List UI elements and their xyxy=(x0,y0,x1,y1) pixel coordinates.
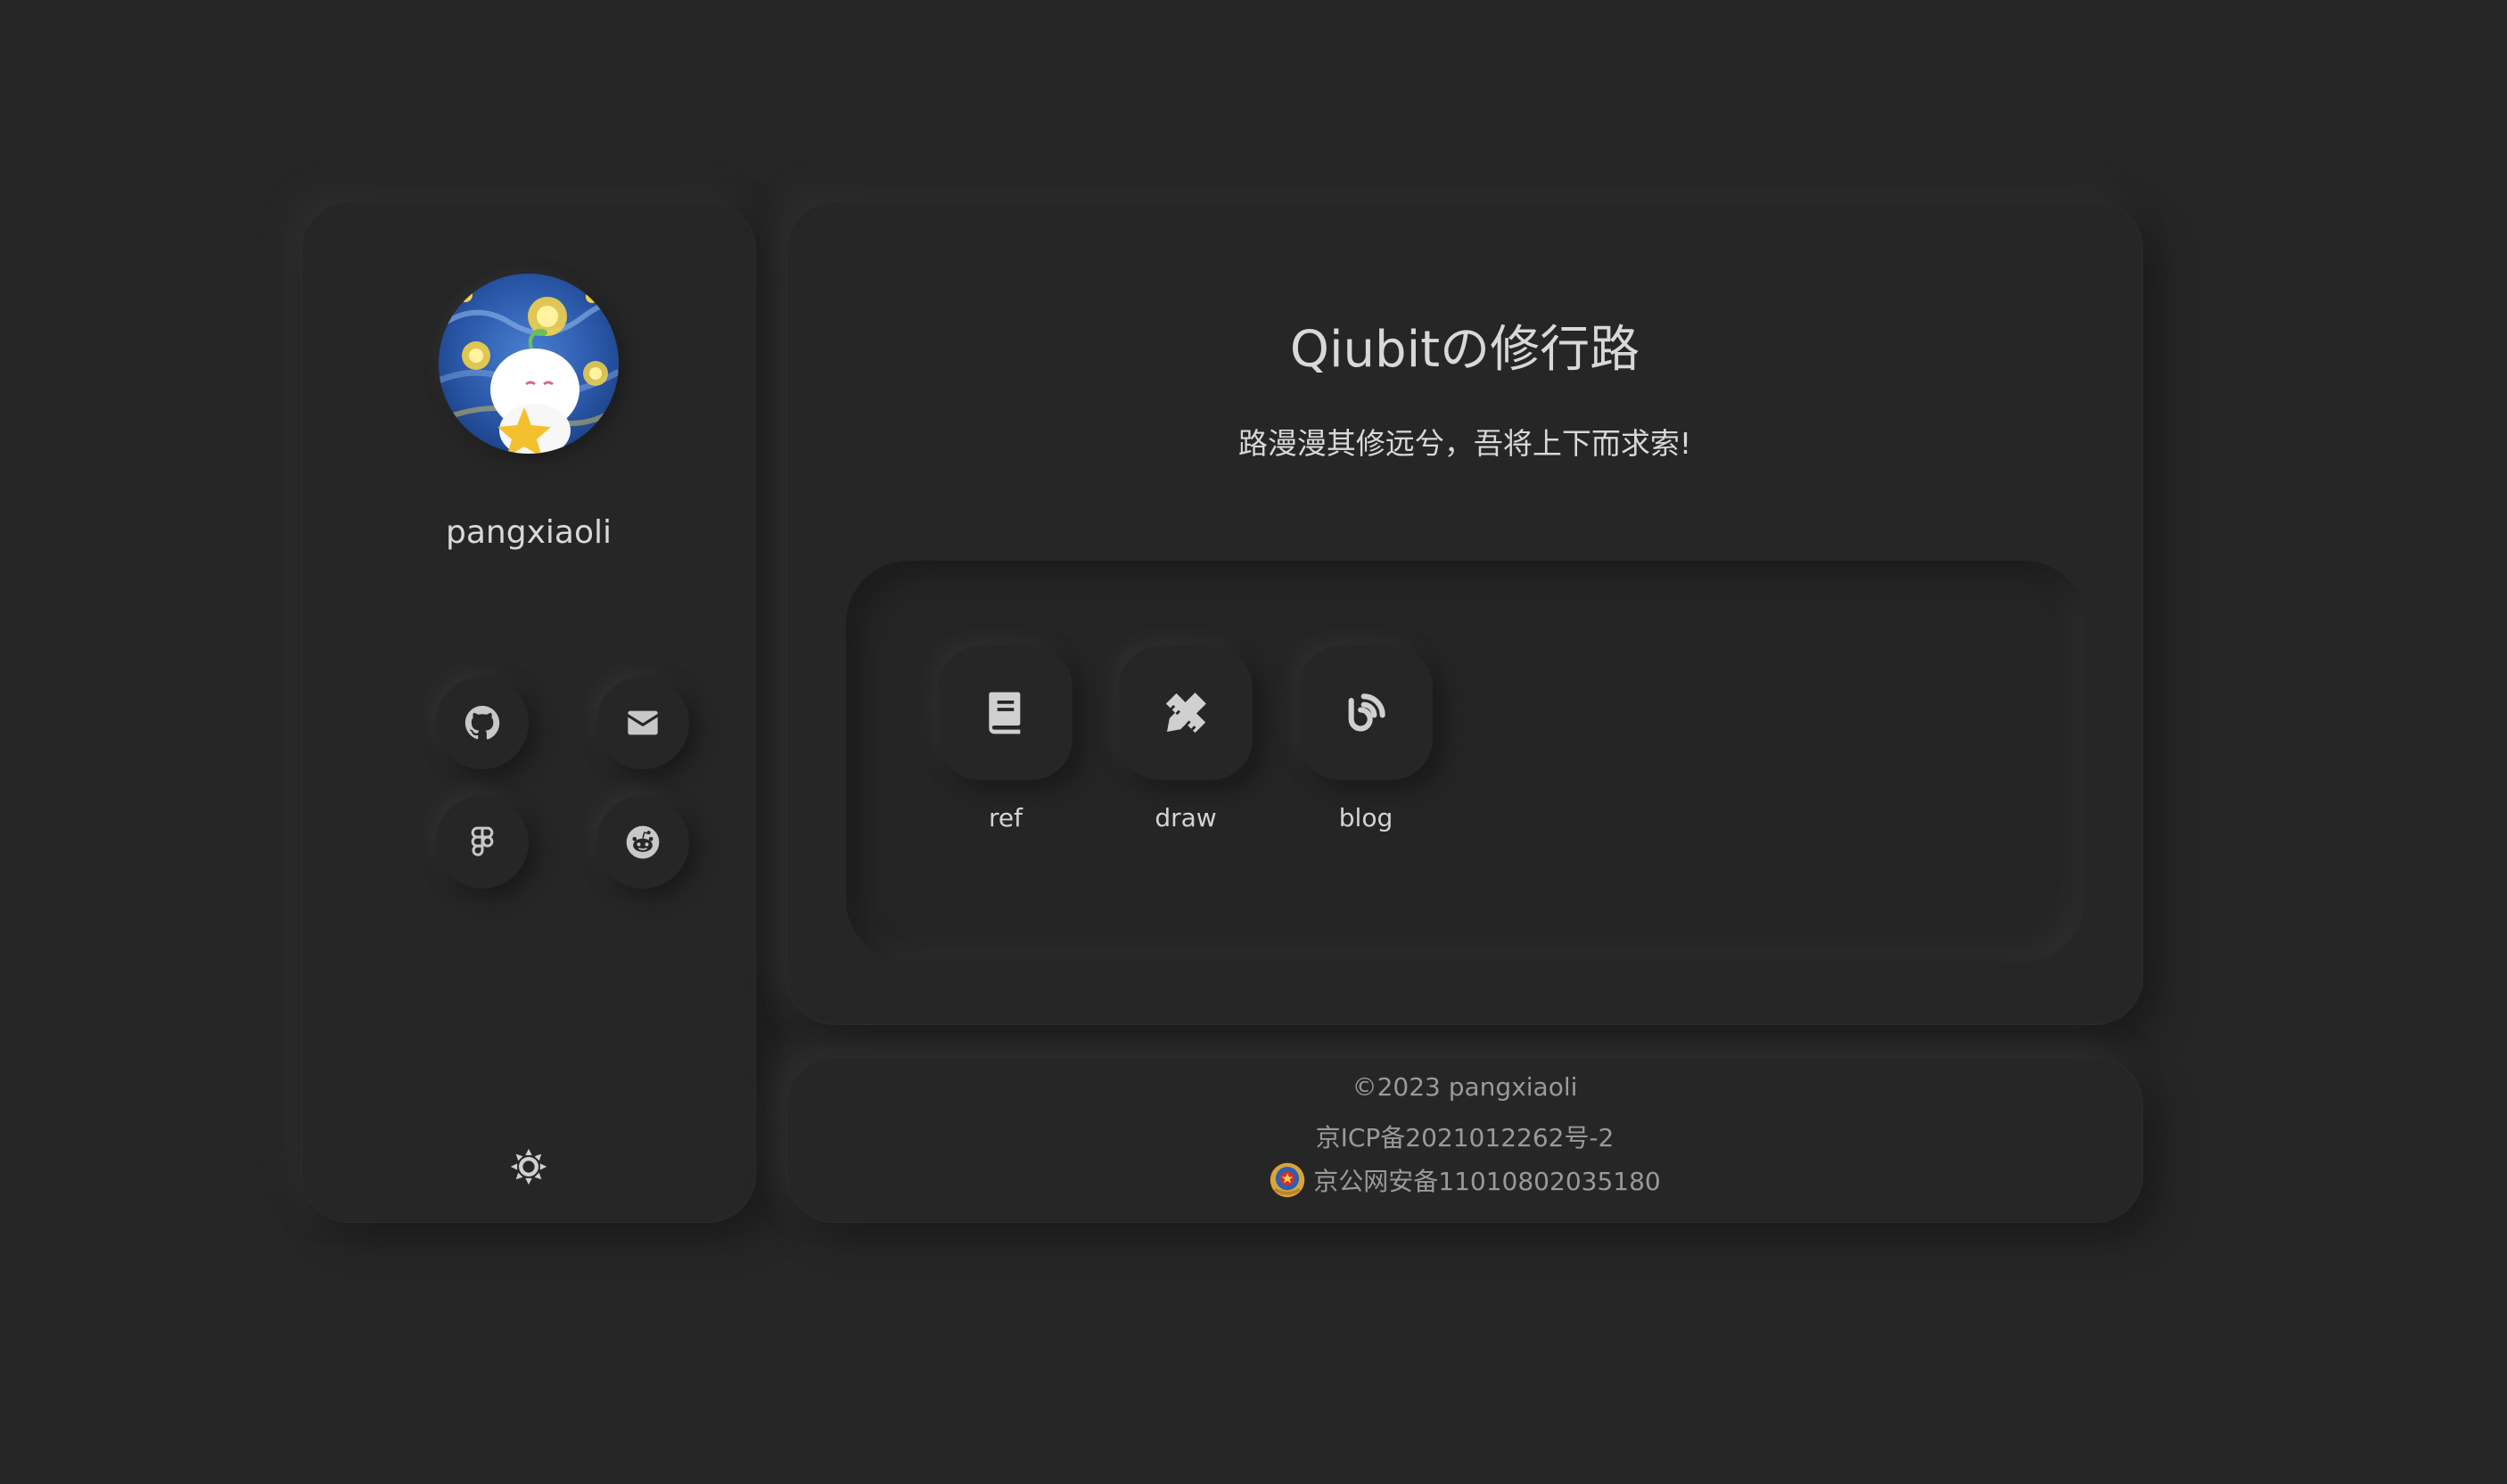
links-panel: ref draw blog xyxy=(846,561,2085,962)
figma-icon xyxy=(471,826,494,857)
link-draw-icon-box[interactable] xyxy=(1119,646,1253,780)
page: pangxiaoli Qiubitの修行路 路漫漫其修远兮，吾将上下而求索! r… xyxy=(0,0,2507,1484)
footer: ©2023 pangxiaoli 京ICP备2021012262号-2 京公网安… xyxy=(786,1057,2143,1223)
pencil-ruler-icon xyxy=(1165,693,1206,734)
reddit-button[interactable] xyxy=(596,796,689,889)
copyright-text: ©2023 pangxiaoli xyxy=(1352,1072,1578,1102)
link-draw[interactable]: draw xyxy=(1119,646,1253,832)
link-ref-label: ref xyxy=(989,803,1023,832)
github-icon xyxy=(464,705,500,740)
sun-icon xyxy=(510,1148,547,1185)
avatar-image xyxy=(439,274,619,454)
link-draw-label: draw xyxy=(1155,803,1217,832)
link-blog-label: blog xyxy=(1338,803,1393,832)
github-button[interactable] xyxy=(436,676,529,769)
page-title: Qiubitの修行路 xyxy=(1289,321,1640,379)
book-icon xyxy=(989,692,1021,734)
link-blog-icon-box[interactable] xyxy=(1299,646,1433,780)
blog-icon xyxy=(1348,693,1385,732)
theme-toggle-button[interactable] xyxy=(506,1144,552,1190)
link-blog[interactable]: blog xyxy=(1299,646,1433,832)
icp-link[interactable]: 京ICP备2021012262号-2 xyxy=(787,1119,2142,1154)
email-button[interactable] xyxy=(596,676,689,769)
reddit-icon xyxy=(626,825,660,859)
main-card: Qiubitの修行路 路漫漫其修远兮，吾将上下而求索! ref draw blo… xyxy=(786,201,2143,1025)
link-ref-icon-box[interactable] xyxy=(939,646,1073,780)
figma-button[interactable] xyxy=(436,796,529,889)
avatar xyxy=(439,274,619,454)
page-subtitle: 路漫漫其修远兮，吾将上下而求索! xyxy=(1237,426,1692,461)
police-record-link[interactable]: 京公网安备11010802035180 xyxy=(787,1161,2142,1199)
police-badge-icon xyxy=(1270,1162,1305,1198)
envelope-icon xyxy=(628,710,658,735)
username: pangxiaoli xyxy=(446,514,612,551)
police-record-text[interactable]: 京公网安备11010802035180 xyxy=(1313,1162,1660,1198)
link-ref[interactable]: ref xyxy=(939,646,1073,832)
profile-sidebar: pangxiaoli xyxy=(301,201,756,1223)
